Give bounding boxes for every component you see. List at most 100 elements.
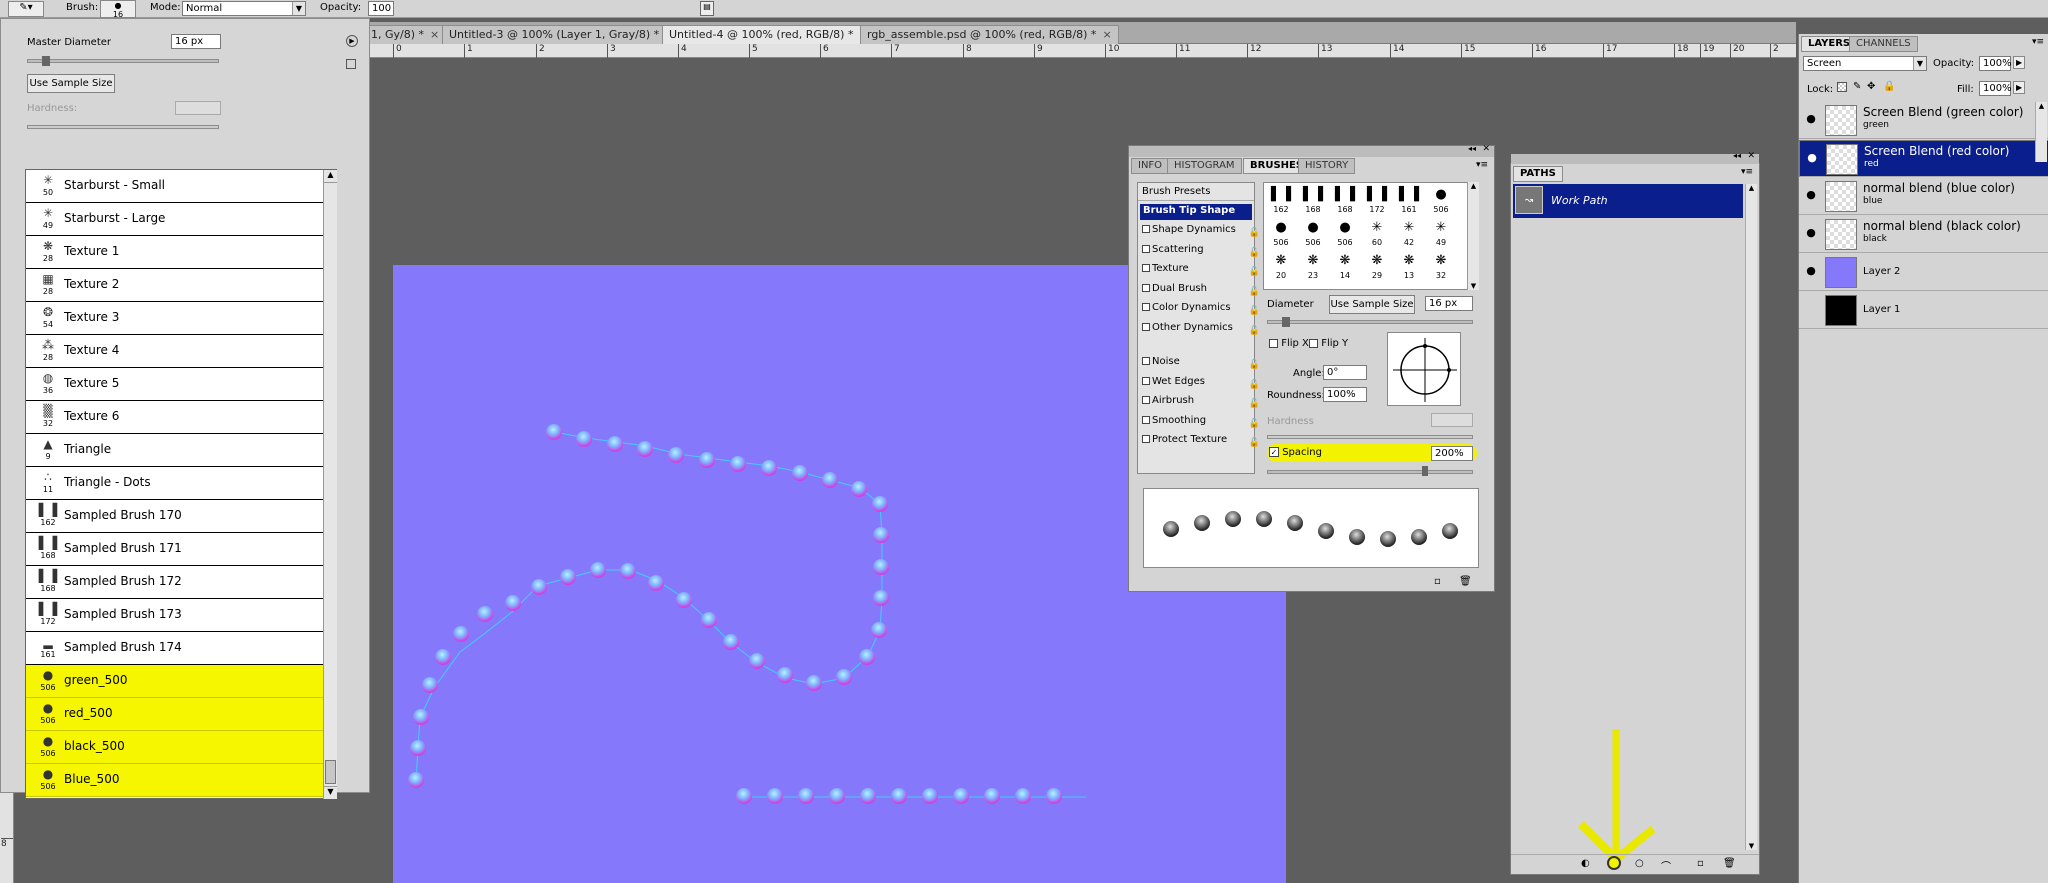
brush-option-texture[interactable]: Texture 🔓: [1140, 260, 1260, 278]
scroll-down-icon[interactable]: ▼: [1468, 282, 1479, 290]
visibility-eye-icon[interactable]: ●: [1803, 188, 1819, 204]
tip-grid-scrollbar[interactable]: ▲ ▼: [1467, 182, 1479, 290]
brush-preset-row[interactable]: ● 506 Blue_500: [26, 764, 336, 797]
brush-tip-cell[interactable]: ▌▐ 162: [1266, 185, 1296, 217]
brush-presets-item[interactable]: Brush Presets: [1138, 183, 1254, 201]
lock-all-icon[interactable]: 🔒: [1883, 81, 1895, 92]
brush-tip-grid[interactable]: ▌▐ 162 ▌▐ 168 ▌▐ 168 ▌▐ 172 ▌▐ 161 ● 506 ● 506 ● 506 ● 50…: [1263, 182, 1479, 290]
layer-row[interactable]: ● normal blend (black color) black: [1799, 216, 2048, 253]
use-sample-size-button[interactable]: Use Sample Size: [1329, 295, 1415, 314]
brush-preset-row[interactable]: ✳ 49 Starburst - Large: [26, 203, 336, 236]
brush-preset-row[interactable]: ▦ 28 Texture 2: [26, 269, 336, 302]
diameter-field[interactable]: 16 px: [1425, 296, 1473, 311]
layer-row[interactable]: ● Screen Blend (red color) red: [1799, 140, 2048, 177]
brush-preset-row[interactable]: ▂ 161 Sampled Brush 174: [26, 632, 336, 665]
master-diameter-field[interactable]: 16 px: [171, 34, 221, 49]
list-scrollbar[interactable]: ▲ ▼: [323, 170, 337, 799]
brush-tip-cell[interactable]: ✳ 42: [1394, 218, 1424, 250]
diameter-slider[interactable]: [1267, 317, 1473, 327]
fill-path-icon[interactable]: ◐: [1581, 858, 1590, 869]
checkbox[interactable]: [1142, 264, 1150, 272]
trash-icon[interactable]: 🗑: [1723, 858, 1736, 869]
brush-tip-cell[interactable]: ❋ 13: [1394, 251, 1424, 283]
brush-option-shape-dynamics[interactable]: Shape Dynamics 🔓: [1140, 221, 1260, 239]
spacing-checkbox[interactable]: ✓ Spacing: [1269, 447, 1322, 458]
tab-history[interactable]: HISTORY: [1298, 158, 1356, 174]
brush-tip-cell[interactable]: ▌▐ 161: [1394, 185, 1424, 217]
panel-menu-icon[interactable]: ▶: [346, 35, 358, 47]
brush-preset-row[interactable]: ⁂ 28 Texture 4: [26, 335, 336, 368]
brush-tip-cell[interactable]: ● 506: [1266, 218, 1296, 250]
lock-transparent-icon[interactable]: [1837, 82, 1847, 92]
scroll-up-icon[interactable]: ▲: [1468, 182, 1479, 190]
checkbox[interactable]: [1142, 225, 1150, 233]
lock-icon[interactable]: 🔓: [1249, 376, 1260, 394]
collapse-icon[interactable]: ◂◂: [1468, 144, 1476, 153]
lock-icon[interactable]: 🔓: [1249, 415, 1260, 433]
brush-preset-row[interactable]: ▌▐ 168 Sampled Brush 171: [26, 533, 336, 566]
brush-option-scattering[interactable]: Scattering 🔓: [1140, 241, 1260, 259]
panel-menu-icon[interactable]: ▾≡: [1741, 167, 1753, 177]
lock-image-icon[interactable]: ✎: [1853, 81, 1861, 92]
lock-icon[interactable]: 🔓: [1249, 283, 1260, 301]
brush-tip-cell[interactable]: ● 506: [1426, 185, 1456, 217]
scroll-down-icon[interactable]: ▼: [1746, 842, 1757, 850]
brush-tip-cell[interactable]: ❋ 14: [1330, 251, 1360, 283]
work-path-row[interactable]: ↝ Work Path: [1513, 184, 1743, 218]
brush-tip-cell[interactable]: ● 506: [1330, 218, 1360, 250]
layers-scrollbar[interactable]: ▲: [2035, 102, 2047, 162]
checkbox[interactable]: [1142, 396, 1150, 404]
chevron-right-icon[interactable]: ▶: [2013, 56, 2026, 69]
tab-untitled-4[interactable]: Untitled-4 @ 100% (red, RGB/8) *×: [662, 25, 876, 44]
stroke-path-icon[interactable]: [1607, 856, 1621, 870]
brush-option-smoothing[interactable]: Smoothing 🔓: [1140, 412, 1260, 430]
brush-option-noise[interactable]: Noise 🔓: [1140, 353, 1260, 371]
brush-preset-row[interactable]: ◍ 36 Texture 5: [26, 368, 336, 401]
opacity-field[interactable]: 100: [368, 1, 394, 16]
layer-row[interactable]: Layer 1: [1799, 292, 2048, 329]
brush-preset-row[interactable]: ∴ 11 Triangle - Dots: [26, 467, 336, 500]
slider-thumb[interactable]: [1282, 317, 1290, 327]
angle-field[interactable]: 0°: [1323, 365, 1367, 380]
brush-preset-row[interactable]: ● 506 black_500: [26, 731, 336, 764]
fill-field[interactable]: 100%: [1979, 81, 2012, 96]
spacing-slider[interactable]: [1267, 466, 1473, 476]
brush-tip-shape-item[interactable]: Brush Tip Shape: [1140, 204, 1252, 220]
palette-toggle-icon[interactable]: ▤: [700, 1, 714, 16]
spacing-field[interactable]: 200%: [1431, 446, 1473, 461]
scroll-down-icon[interactable]: ▼: [324, 786, 337, 799]
blend-mode-select[interactable]: Screen ▼: [1803, 56, 1927, 71]
brush-tip-cell[interactable]: ● 506: [1298, 218, 1328, 250]
brush-preset-row[interactable]: ▌▐ 162 Sampled Brush 170: [26, 500, 336, 533]
tab-histogram[interactable]: HISTOGRAM: [1167, 158, 1242, 174]
close-icon[interactable]: ×: [1102, 28, 1111, 41]
chevron-right-icon[interactable]: ▶: [2013, 81, 2026, 94]
brush-preset-list[interactable]: ✳ 50 Starburst - Small ✳ 49 Starburst - Large…: [25, 169, 337, 799]
lock-icon[interactable]: 🔓: [1249, 395, 1260, 413]
brush-tip-cell[interactable]: ▌▐ 168: [1330, 185, 1360, 217]
tab-doc-1[interactable]: 1, Gy/8) * ×: [364, 25, 447, 44]
checkbox[interactable]: [1142, 283, 1150, 292]
scroll-up-icon[interactable]: ▲: [1746, 184, 1757, 192]
close-icon[interactable]: ✕: [1482, 144, 1490, 154]
visibility-eye-icon[interactable]: ●: [1804, 151, 1820, 167]
checkbox[interactable]: [1142, 357, 1150, 365]
scroll-up-icon[interactable]: ▲: [324, 170, 337, 183]
lock-icon[interactable]: 🔓: [1249, 302, 1260, 320]
lock-icon[interactable]: 🔓: [1249, 263, 1260, 281]
visibility-eye-icon[interactable]: ●: [1803, 226, 1819, 242]
layer-row[interactable]: ● Layer 2: [1799, 254, 2048, 291]
lock-position-icon[interactable]: ✥: [1867, 81, 1875, 92]
brush-option-airbrush[interactable]: Airbrush 🔓: [1140, 392, 1260, 410]
brush-preset-row[interactable]: ● 506 green_500: [26, 665, 336, 698]
brush-preset-row[interactable]: ● 506 red_500: [26, 698, 336, 731]
checkbox[interactable]: [1142, 322, 1150, 331]
layer-row[interactable]: ● Screen Blend (green color) green: [1799, 102, 2048, 139]
checkbox[interactable]: [1142, 303, 1150, 311]
flip-y-checkbox[interactable]: Flip Y: [1309, 338, 1348, 349]
visibility-eye-icon[interactable]: [1803, 302, 1819, 318]
tab-untitled-3[interactable]: Untitled-3 @ 100% (Layer 1, Gray/8) *×: [442, 25, 682, 44]
resize-icon[interactable]: [346, 59, 356, 69]
lock-icon[interactable]: 🔓: [1249, 322, 1260, 340]
lock-icon[interactable]: 🔓: [1249, 356, 1260, 374]
